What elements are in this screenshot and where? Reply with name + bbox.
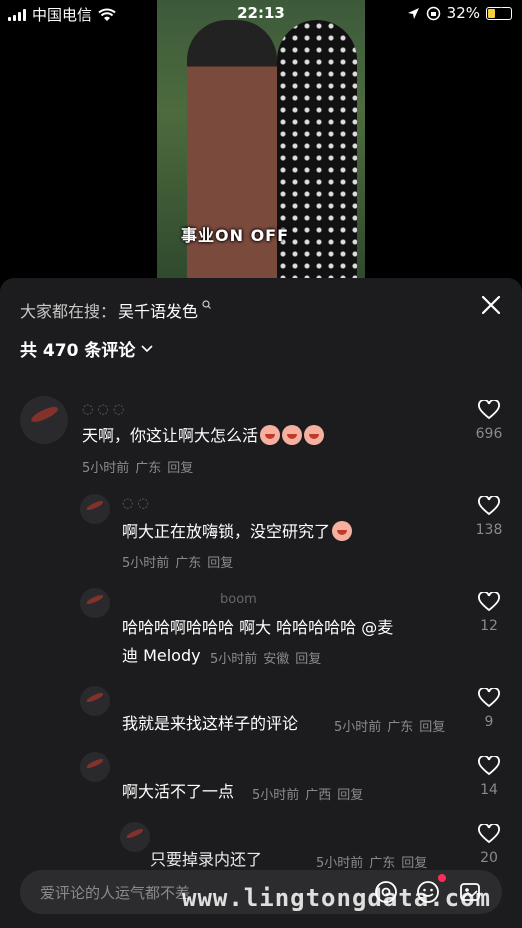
comment-location: 广东 [387,720,414,735]
like-button[interactable]: 9 [469,688,509,730]
crying-emoji-icon [260,425,281,445]
video-caption: 事业ON OFF [181,226,290,245]
comment-input-placeholder: 爱评论的人运气都不差 [40,884,191,902]
close-icon[interactable] [480,294,502,316]
notification-dot [438,874,446,882]
avatar[interactable] [80,588,110,618]
avatar[interactable] [80,494,110,524]
comment-meta: 5小时前 广东 回复 [82,457,199,476]
comment-time: 5小时前 [210,652,258,667]
username[interactable]: ◌ ◌ [122,496,149,511]
comment-text[interactable]: 天啊，你这让啊大怎么活 [82,422,325,450]
charging-bolt-icon: ⚡ [495,4,503,18]
comment-count-label: 共 470 条评论 [20,341,136,361]
heart-icon [478,688,500,708]
comment-text[interactable]: 啊大正在放嗨锁，没空研究了 [122,518,353,546]
avatar[interactable] [20,396,68,444]
trending-search[interactable]: 大家都在搜： 吴千语发色 [20,298,211,322]
location-arrow-icon [407,7,419,19]
orientation-lock-icon [426,6,440,20]
comment-text[interactable]: 哈哈哈啊哈哈哈 啊大 哈哈哈哈哈 @麦 [122,614,452,642]
heart-icon [478,592,500,612]
reply-button[interactable]: 回复 [337,788,363,803]
trending-search-prefix: 大家都在搜： [20,302,117,321]
search-icon [202,299,211,312]
like-button[interactable]: 696 [469,400,509,442]
avatar[interactable] [80,686,110,716]
grimace-emoji-icon [332,521,353,541]
comment-meta: 5小时前 广西 回复 [252,784,369,803]
chevron-down-icon [141,344,153,352]
like-count: 12 [480,618,498,634]
comment-location: 广东 [175,556,202,571]
comments-sheet: 大家都在搜： 吴千语发色 共 470 条评论 [0,278,522,928]
username[interactable]: boom [220,592,257,607]
like-count: 20 [480,850,498,866]
like-count: 9 [484,714,494,730]
comment-text[interactable]: 啊大活不了一点 [122,778,234,806]
reply-button[interactable]: 回复 [401,856,427,871]
comment-meta: 5小时前 广东 回复 [334,716,451,735]
avatar[interactable] [80,752,110,782]
username[interactable]: ◌ ◌ ◌ [82,402,124,417]
reply-button[interactable]: 回复 [419,720,445,735]
comment-location: 安徽 [263,652,290,667]
status-bar: 中国电信 22:13 32% ⚡ [0,0,522,28]
comment-text[interactable]: 我就是来找这样子的评论 [122,710,298,738]
like-button[interactable]: 138 [469,496,509,538]
avatar[interactable] [120,822,150,852]
battery-percent: 32% [446,4,480,22]
reply-button[interactable]: 回复 [207,556,233,571]
like-button[interactable]: 12 [469,592,509,634]
comment-time: 5小时前 [334,720,382,735]
heart-icon [478,756,500,776]
comment-meta: 5小时前 广东 回复 [316,852,433,871]
comment-time: 5小时前 [316,856,364,871]
comment-count[interactable]: 共 470 条评论 [20,336,153,361]
watermark: www.lingtongdata.com [182,884,491,912]
like-count: 138 [475,522,503,538]
trending-search-term[interactable]: 吴千语发色 [118,298,198,322]
comment-location: 广东 [135,461,162,476]
comment-meta: 5小时前 安徽 回复 [210,648,327,667]
reply-button[interactable]: 回复 [295,652,321,667]
battery-icon: ⚡ [486,4,512,20]
heart-icon [478,824,500,844]
comment-location: 广西 [305,788,332,803]
heart-icon [478,400,500,420]
heart-icon [478,496,500,516]
comment-location: 广东 [369,856,396,871]
comment-time: 5小时前 [252,788,300,803]
like-button[interactable]: 20 [469,824,509,866]
like-count: 14 [480,782,498,798]
comment-time: 5小时前 [122,556,170,571]
comment-meta: 5小时前 广东 回复 [122,552,239,571]
video-player[interactable]: 事业ON OFF [157,0,365,278]
comment-text-continued[interactable]: 迪 Melody [122,642,201,670]
crying-emoji-icon [304,425,325,445]
like-button[interactable]: 14 [469,756,509,798]
like-count: 696 [475,426,503,442]
comment-time: 5小时前 [82,461,130,476]
crying-emoji-icon [282,425,303,445]
reply-button[interactable]: 回复 [167,461,193,476]
